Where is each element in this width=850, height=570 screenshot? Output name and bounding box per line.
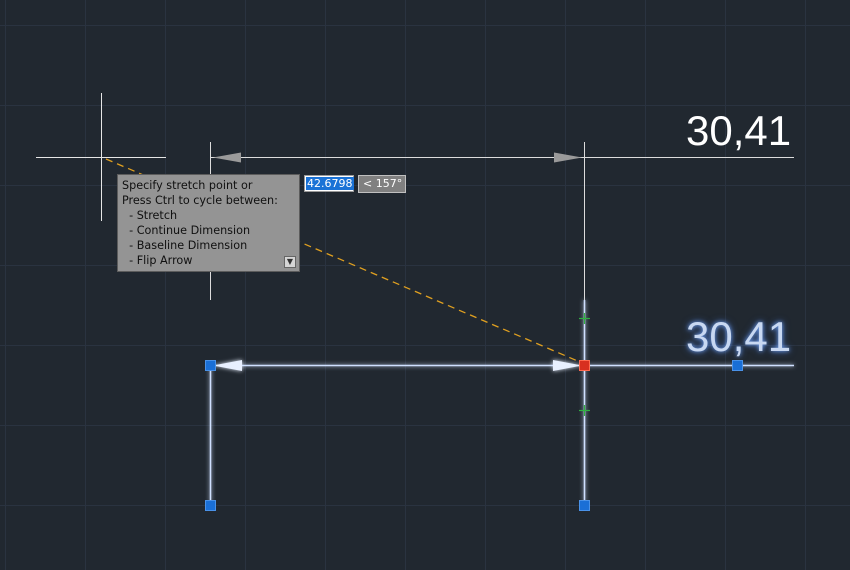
tooltip-line: - Baseline Dimension — [122, 239, 248, 252]
drawing-canvas[interactable] — [0, 0, 850, 570]
snap-marker-icon — [579, 313, 590, 324]
grip-text[interactable] — [732, 360, 743, 371]
command-tooltip: Specify stretch point or Press Ctrl to c… — [117, 174, 300, 272]
distance-input-value: 42.6798 — [306, 177, 354, 190]
arrow-left-icon — [213, 360, 242, 371]
preview-arrow-left — [213, 152, 241, 163]
grip-left-origin[interactable] — [205, 500, 216, 511]
tooltip-line: - Stretch — [122, 209, 178, 222]
snap-marker-icon — [579, 405, 590, 416]
background-grid — [0, 0, 850, 570]
selected-dimension-text[interactable]: 30,41 — [686, 316, 791, 358]
grip-right-origin[interactable] — [579, 500, 590, 511]
preview-arrow-right — [554, 152, 582, 163]
pin-icon[interactable]: ▼ — [284, 256, 296, 268]
grips[interactable] — [205, 360, 743, 511]
tooltip-line: - Continue Dimension — [122, 224, 251, 237]
grip-hot-right-arrow[interactable] — [579, 360, 590, 371]
tooltip-line: Specify stretch point or — [122, 179, 253, 192]
distance-input[interactable]: 42.6798 — [304, 175, 354, 192]
preview-dimension-text: 30,41 — [686, 107, 792, 154]
angle-display[interactable]: < 157° — [358, 175, 406, 193]
grip-left-arrow[interactable] — [205, 360, 216, 371]
arrow-right-icon — [553, 360, 582, 371]
tooltip-line: - Flip Arrow — [122, 254, 193, 267]
tooltip-line: Press Ctrl to cycle between: — [122, 194, 278, 207]
